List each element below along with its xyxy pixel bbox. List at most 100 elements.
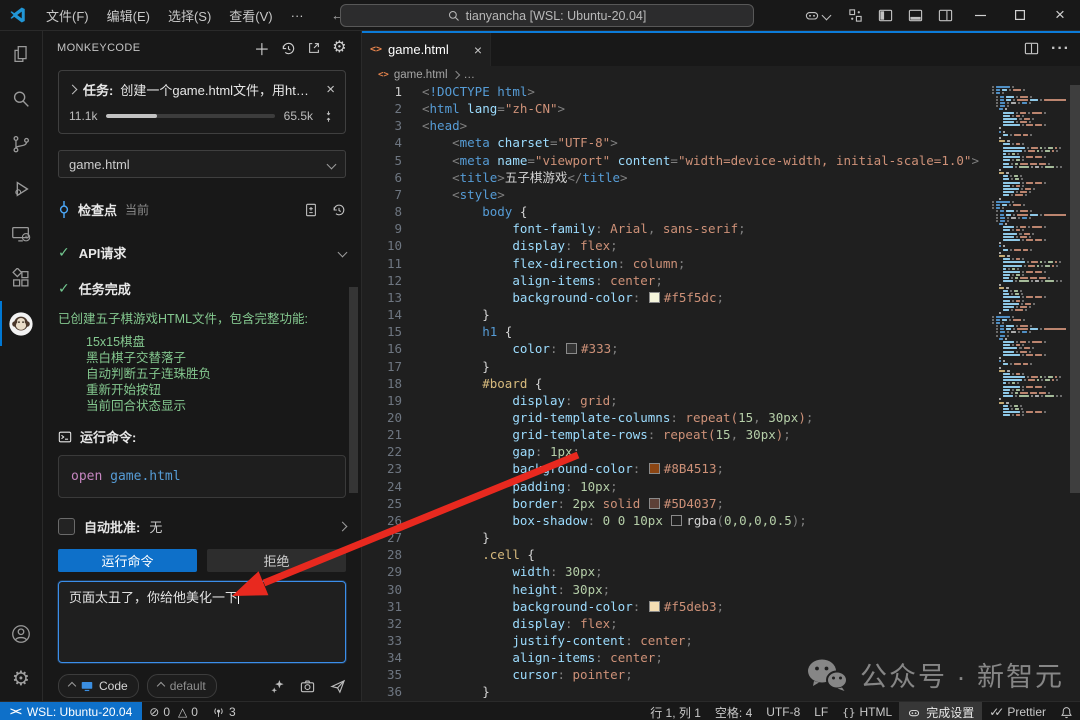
formatter-status[interactable]: ✓✓ Prettier [982, 705, 1053, 719]
code-line: 3<head> [362, 117, 1080, 134]
menu-view[interactable]: 查看(V) [220, 6, 281, 25]
task-card[interactable]: 任务: 创建一个game.html文件，用html代... × 11.1k 65… [58, 70, 346, 134]
tab-close-icon[interactable]: × [474, 42, 482, 58]
auto-approve-label: 自动批准: [84, 517, 140, 536]
minimize-button[interactable] [960, 0, 1000, 30]
encoding[interactable]: UTF-8 [759, 705, 807, 719]
command-center-search[interactable]: tianyancha [WSL: Ubuntu-20.04] [340, 4, 754, 27]
sidebar-scrollbar[interactable] [349, 287, 358, 493]
ports-count: 3 [229, 705, 236, 719]
menu-edit[interactable]: 编辑(E) [98, 6, 159, 25]
camera-icon[interactable] [300, 679, 315, 694]
tab-bar: <> game.html × ··· [362, 31, 1080, 66]
run-debug-icon[interactable] [0, 166, 42, 211]
code-line: 16 color: #333; [362, 340, 1080, 357]
minimap[interactable] [992, 86, 1066, 422]
task-expand-icon[interactable] [68, 85, 78, 95]
restore-history-icon[interactable] [332, 203, 346, 217]
history-icon[interactable] [281, 41, 296, 56]
tokens-total: 65.5k [284, 109, 313, 123]
breadcrumb[interactable]: <> game.html … [362, 66, 1080, 83]
problems-indicator[interactable]: ⊘ 0 △ 0 [142, 705, 205, 719]
watermark-text: 公众号 · 新智元 [860, 655, 1064, 694]
breadcrumb-more[interactable]: … [464, 69, 476, 81]
chevron-right-icon[interactable] [338, 522, 348, 532]
checkpoint-row[interactable]: 检查点 当前 [43, 200, 361, 219]
run-command-label-row: 运行命令: [43, 427, 361, 446]
code-editor[interactable]: 1<!DOCTYPE html>2<html lang="zh-CN">3<he… [362, 83, 1080, 701]
mode-chip-label: Code [99, 679, 128, 693]
run-command-button[interactable]: 运行命令 [58, 549, 197, 572]
result-item: 15x15棋盘 [86, 334, 346, 350]
source-control-icon[interactable] [0, 121, 42, 166]
explorer-icon[interactable] [0, 31, 42, 76]
diff-file-icon[interactable] [304, 203, 318, 217]
maximize-button[interactable] [1000, 0, 1040, 30]
chevron-down-icon[interactable] [338, 248, 348, 258]
profile-chip[interactable]: default [147, 674, 217, 698]
language-mode[interactable]: {} HTML [835, 705, 899, 719]
code-line: 5 <meta name="viewport" content="width=d… [362, 152, 1080, 169]
result-summary: 已创建五子棋游戏HTML文件，包含完整功能: [58, 311, 346, 327]
send-icon[interactable] [330, 679, 346, 694]
editor-scrollbar[interactable] [1070, 85, 1080, 493]
menu-selection[interactable]: 选择(S) [159, 6, 220, 25]
vscode-logo-icon [9, 6, 27, 24]
search-icon[interactable] [0, 76, 42, 121]
chat-input[interactable]: 页面太丑了，你给他美化一下 [58, 581, 346, 663]
account-icon[interactable] [0, 611, 42, 656]
api-request-row[interactable]: ✓ API请求 [43, 243, 361, 262]
remote-indicator[interactable]: >< WSL: Ubuntu-20.04 [0, 702, 142, 720]
copilot-setup-status[interactable]: 完成设置 [899, 702, 982, 720]
close-button[interactable]: × [1040, 0, 1080, 30]
menu-file[interactable]: 文件(F) [37, 6, 98, 25]
command-argument: game.html [102, 469, 180, 484]
task-close-icon[interactable]: × [326, 81, 335, 98]
formatter-label: Prettier [1007, 705, 1046, 719]
toggle-panel-icon[interactable] [900, 0, 930, 30]
toggle-sidebar-icon[interactable] [870, 0, 900, 30]
split-editor-icon[interactable] [1024, 41, 1039, 56]
tab-game-html[interactable]: <> game.html × [362, 33, 491, 66]
code-line: 8 body { [362, 203, 1080, 220]
reject-button[interactable]: 拒绝 [207, 549, 346, 572]
monkeycode-extension-icon[interactable] [0, 301, 42, 346]
tab-label: game.html [388, 42, 449, 57]
remote-explorer-icon[interactable] [0, 211, 42, 256]
result-item: 重新开始按钮 [86, 382, 346, 398]
code-line: 15 h1 { [362, 323, 1080, 340]
auto-approve-row[interactable]: 自动批准: 无 [43, 517, 361, 536]
code-line: 10 display: flex; [362, 237, 1080, 254]
open-external-icon[interactable] [307, 41, 321, 55]
settings-gear-icon[interactable]: ⚙ [0, 656, 42, 701]
code-line: 4 <meta charset="UTF-8"> [362, 134, 1080, 151]
eol-sequence[interactable]: LF [807, 705, 835, 719]
file-dropdown[interactable]: game.html [58, 150, 346, 178]
customize-layout-icon[interactable] [840, 0, 870, 30]
enhance-prompt-icon[interactable] [270, 679, 285, 694]
breadcrumb-file[interactable]: game.html [394, 69, 448, 81]
auto-approve-value: 无 [149, 517, 162, 536]
code-line: 7 <style> [362, 186, 1080, 203]
editor-more-actions-icon[interactable]: ··· [1051, 40, 1070, 58]
mode-chip[interactable]: Code [58, 674, 139, 698]
code-lines: 1<!DOCTYPE html>2<html lang="zh-CN">3<he… [362, 83, 1080, 701]
monkeycode-panel: MONKEYCODE ＋ ⚙ 任务: 创建一个game.html文件，用html… [43, 31, 362, 701]
indentation[interactable]: 空格: 4 [708, 704, 759, 720]
panel-settings-icon[interactable]: ⚙ [332, 40, 347, 56]
result-feature-list: 15x15棋盘黑白棋子交替落子自动判断五子连珠胜负重新开始按钮当前回合状态显示 [86, 334, 346, 414]
code-line: 9 font-family: Arial, sans-serif; [362, 220, 1080, 237]
extensions-icon[interactable] [0, 256, 42, 301]
expand-context-icon[interactable] [322, 110, 335, 123]
tokens-used: 11.1k [69, 109, 97, 123]
auto-approve-checkbox[interactable] [58, 518, 75, 535]
copilot-status-label: 完成设置 [926, 704, 974, 720]
ports-indicator[interactable]: 3 [205, 705, 243, 719]
check-all-icon: ✓✓ [989, 705, 999, 719]
toggle-secondary-sidebar-icon[interactable] [930, 0, 960, 30]
new-task-icon[interactable]: ＋ [254, 36, 270, 60]
menu-more-icon[interactable]: ··· [282, 8, 313, 23]
notifications-bell[interactable] [1053, 706, 1080, 719]
cursor-position[interactable]: 行 1, 列 1 [643, 704, 708, 720]
code-line: 13 background-color: #f5f5dc; [362, 289, 1080, 306]
